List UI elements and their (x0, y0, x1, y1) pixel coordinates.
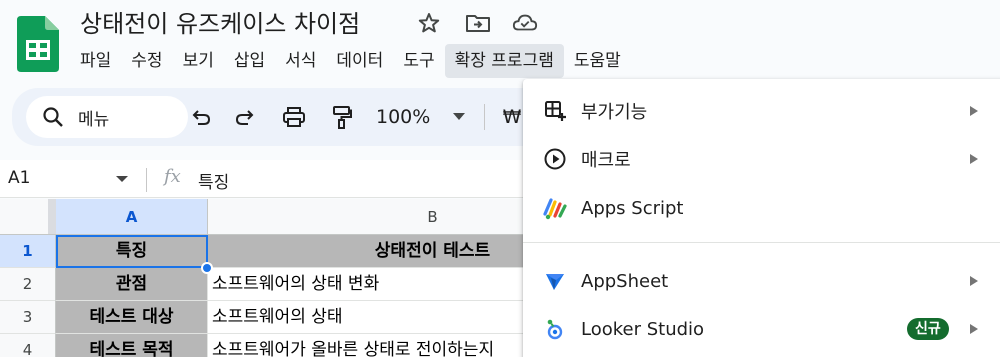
sheets-logo-icon[interactable] (17, 16, 59, 72)
dropdown-item-apps-script[interactable]: Apps Script (523, 184, 1000, 232)
row-header-4[interactable]: 4 (0, 334, 56, 357)
paint-format-icon[interactable] (328, 103, 356, 131)
dropdown-label-appsheet: AppSheet (581, 270, 669, 292)
dropdown-label-addons: 부가기능 (581, 102, 648, 123)
name-box[interactable]: A1 (8, 168, 30, 188)
dropdown-item-appsheet[interactable]: AppSheet (523, 257, 1000, 305)
dropdown-item-addons[interactable]: 부가기능 (523, 87, 1000, 135)
play-circle-icon (541, 145, 569, 173)
new-badge: 신규 (907, 318, 949, 340)
submenu-arrow-icon (970, 324, 978, 334)
looker-studio-icon (541, 315, 569, 343)
sheets-window: 상태전이 유즈케이스 차이점 파일 수정 보기 삽입 서식 데이터 도구 확장 … (0, 0, 1000, 357)
menu-extensions[interactable]: 확장 프로그램 (444, 44, 564, 78)
submenu-arrow-icon (970, 276, 978, 286)
formula-separator (146, 168, 147, 192)
menu-data[interactable]: 데이터 (326, 44, 393, 78)
fx-icon: fx (164, 166, 181, 187)
addons-icon (541, 97, 569, 125)
document-title[interactable]: 상태전이 유즈케이스 차이점 (80, 4, 360, 39)
menu-edit[interactable]: 수정 (121, 44, 172, 78)
dropdown-item-macros[interactable]: 매크로 (523, 135, 1000, 183)
appsheet-icon (541, 267, 569, 295)
print-icon[interactable] (280, 103, 308, 131)
move-folder-icon[interactable] (465, 10, 491, 36)
active-cell-selection (56, 235, 208, 268)
currency-symbol: ₩ (502, 106, 522, 128)
submenu-arrow-icon (970, 106, 978, 116)
menu-insert[interactable]: 삽입 (224, 44, 275, 78)
name-box-caret-icon[interactable] (116, 176, 128, 182)
dropdown-item-looker-studio[interactable]: Looker Studio 신규 (523, 305, 1000, 353)
fill-handle[interactable] (201, 262, 213, 274)
dropdown-divider (523, 242, 1000, 243)
column-header-a[interactable]: A (56, 199, 208, 235)
row-header-3[interactable]: 3 (0, 301, 56, 334)
row-header-1[interactable]: 1 (0, 235, 56, 268)
submenu-arrow-icon (970, 154, 978, 164)
dropdown-label-macros: 매크로 (581, 150, 631, 171)
zoom-caret-icon[interactable] (452, 103, 466, 131)
undo-icon[interactable] (188, 103, 214, 131)
star-icon[interactable] (416, 10, 442, 36)
frozen-handle[interactable] (48, 199, 56, 234)
apps-script-icon (541, 194, 569, 222)
search-icon (43, 107, 63, 127)
zoom-value: 100% (376, 106, 431, 128)
toolbar-separator (484, 104, 485, 130)
cloud-saved-icon[interactable] (512, 10, 538, 36)
cell-a3[interactable]: 테스트 대상 (56, 301, 208, 334)
formula-input[interactable]: 특징 (198, 168, 229, 193)
menu-format[interactable]: 서식 (275, 44, 326, 78)
dropdown-label-apps-script: Apps Script (581, 197, 684, 219)
menu-view[interactable]: 보기 (173, 44, 224, 78)
menu-search-label: 메뉴 (78, 109, 110, 130)
dropdown-label-looker-studio: Looker Studio (581, 318, 705, 340)
cell-a4[interactable]: 테스트 목적 (56, 334, 208, 357)
menu-bar: 파일 수정 보기 삽입 서식 데이터 도구 확장 프로그램 도움말 (70, 44, 631, 78)
redo-icon[interactable] (232, 103, 258, 131)
extensions-dropdown-menu: 부가기능 매크로 Apps Script AppSheet Looker Stu… (523, 79, 1000, 357)
zoom-select[interactable]: 100% (376, 103, 446, 131)
row-header-2[interactable]: 2 (0, 268, 56, 301)
currency-format-button[interactable]: ₩ (500, 103, 524, 131)
menu-help[interactable]: 도움말 (564, 44, 631, 78)
menu-file[interactable]: 파일 (70, 44, 121, 78)
cell-a2[interactable]: 관점 (56, 268, 208, 301)
menu-search-box[interactable]: 메뉴 (26, 96, 188, 138)
menu-tools[interactable]: 도구 (393, 44, 444, 78)
